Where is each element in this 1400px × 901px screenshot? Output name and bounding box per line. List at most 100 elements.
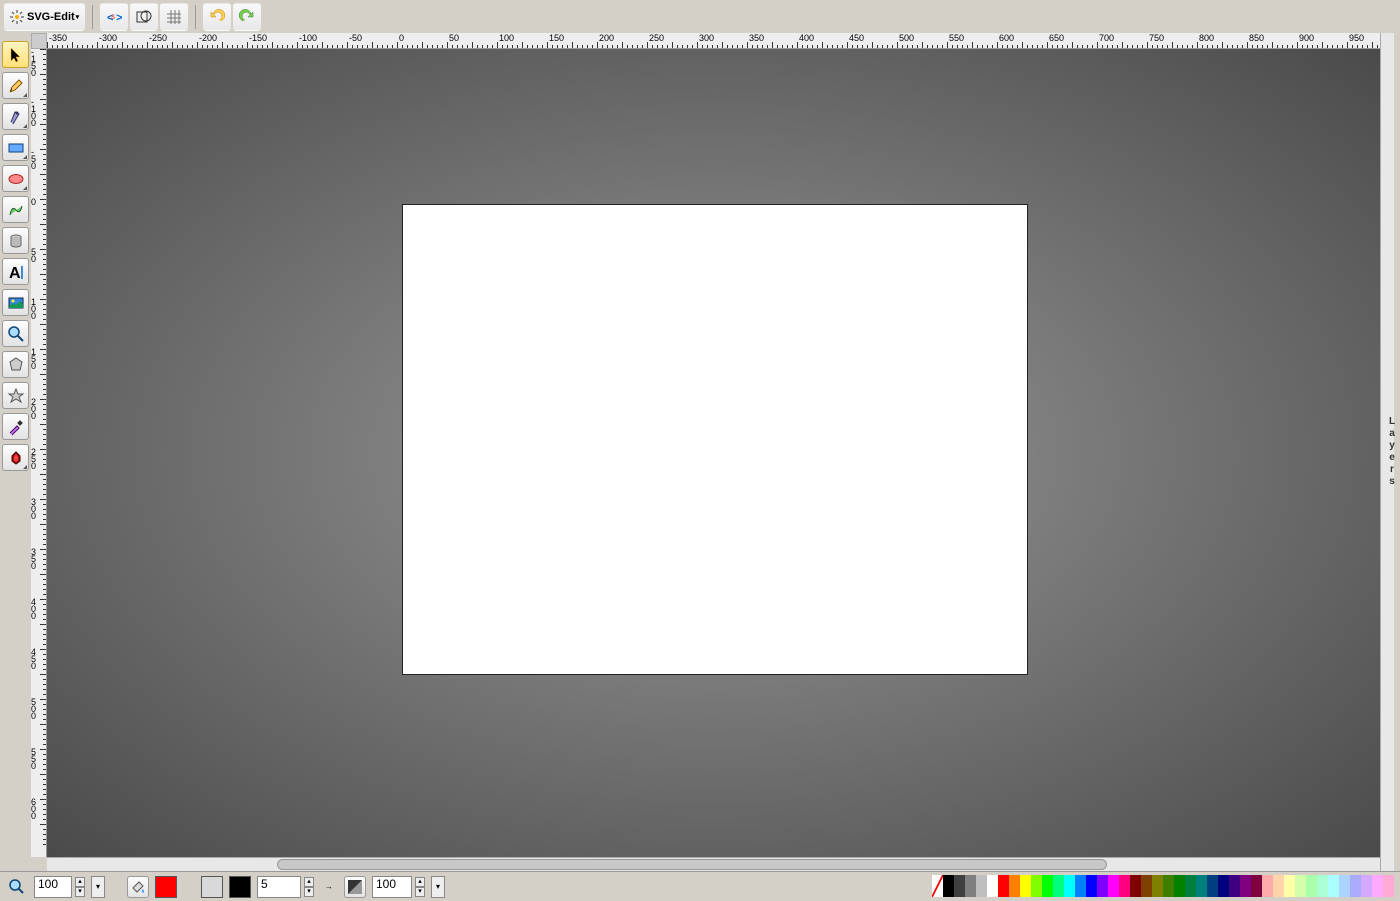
spin-up[interactable]: ▴ bbox=[75, 877, 85, 887]
redo-button[interactable] bbox=[233, 3, 261, 31]
stroke-style-button[interactable] bbox=[344, 876, 366, 898]
main-menu-button[interactable]: SVG-Edit bbox=[4, 3, 85, 31]
stroke-color-swatch[interactable] bbox=[229, 876, 251, 898]
palette-swatch[interactable] bbox=[1152, 875, 1163, 897]
fill-color-swatch[interactable] bbox=[155, 876, 177, 898]
pen-tool[interactable] bbox=[2, 103, 29, 130]
palette-swatch[interactable] bbox=[1185, 875, 1196, 897]
pen-icon bbox=[7, 108, 25, 126]
star-icon bbox=[7, 387, 25, 405]
cursor-icon bbox=[7, 46, 25, 64]
zoom-dropdown[interactable]: ▾ bbox=[91, 876, 105, 898]
spin-down[interactable]: ▾ bbox=[415, 887, 425, 897]
image-tool[interactable] bbox=[2, 289, 29, 316]
star-tool[interactable] bbox=[2, 382, 29, 409]
scrollbar-thumb[interactable] bbox=[277, 859, 1107, 870]
palette-swatch[interactable] bbox=[1339, 875, 1350, 897]
grid-icon bbox=[165, 8, 183, 26]
opacity-input[interactable]: 100 bbox=[372, 876, 412, 898]
palette-swatch[interactable] bbox=[1130, 875, 1141, 897]
horizontal-ruler[interactable]: -350-300-250-200-150-100-500501001502002… bbox=[47, 33, 1380, 49]
layers-panel-tab[interactable]: L a y e r s bbox=[1386, 416, 1398, 488]
select-tool[interactable] bbox=[2, 41, 29, 68]
grid-button[interactable] bbox=[160, 3, 188, 31]
eyedropper-tool[interactable] bbox=[2, 413, 29, 440]
text-tool[interactable]: A bbox=[2, 258, 29, 285]
zoom-tool[interactable] bbox=[2, 320, 29, 347]
canvas-viewport[interactable] bbox=[47, 49, 1380, 857]
spin-up[interactable]: ▴ bbox=[415, 877, 425, 887]
zoom-input[interactable]: 100 bbox=[34, 876, 72, 898]
palette-swatch[interactable] bbox=[976, 875, 987, 897]
palette-swatch[interactable] bbox=[943, 875, 954, 897]
spin-down[interactable]: ▾ bbox=[75, 887, 85, 897]
palette-swatch[interactable] bbox=[1119, 875, 1130, 897]
edit-source-button[interactable]: <s> bbox=[100, 3, 128, 31]
palette-swatch[interactable] bbox=[1207, 875, 1218, 897]
palette-swatch[interactable] bbox=[1383, 875, 1394, 897]
opacity-spinner[interactable]: ▴▾ bbox=[415, 877, 425, 897]
palette-swatch[interactable] bbox=[1372, 875, 1383, 897]
cylinder-tool[interactable] bbox=[2, 227, 29, 254]
polygon-icon bbox=[7, 356, 25, 374]
palette-swatch[interactable] bbox=[954, 875, 965, 897]
palette-swatch[interactable] bbox=[1174, 875, 1185, 897]
palette-swatch[interactable] bbox=[1163, 875, 1174, 897]
palette-swatch[interactable] bbox=[1306, 875, 1317, 897]
palette-swatch[interactable] bbox=[1086, 875, 1097, 897]
palette-swatch[interactable] bbox=[1218, 875, 1229, 897]
palette-swatch[interactable] bbox=[1251, 875, 1262, 897]
spin-up[interactable]: ▴ bbox=[304, 877, 314, 887]
palette-swatch[interactable] bbox=[1141, 875, 1152, 897]
canvas-page[interactable] bbox=[402, 204, 1028, 675]
ruler-corner[interactable] bbox=[31, 33, 47, 49]
palette-swatch[interactable] bbox=[1196, 875, 1207, 897]
palette-swatch[interactable] bbox=[965, 875, 976, 897]
palette-swatch[interactable] bbox=[1361, 875, 1372, 897]
flyout-indicator bbox=[23, 465, 27, 469]
palette-swatch[interactable] bbox=[1328, 875, 1339, 897]
palette-swatch[interactable] bbox=[1262, 875, 1273, 897]
palette-swatch[interactable] bbox=[1317, 875, 1328, 897]
app-title: SVG-Edit bbox=[27, 11, 78, 23]
palette-swatch[interactable] bbox=[998, 875, 1009, 897]
palette-swatch[interactable] bbox=[1273, 875, 1284, 897]
fill-tool-button[interactable] bbox=[127, 876, 149, 898]
polygon-tool[interactable] bbox=[2, 351, 29, 378]
zoom-spinner[interactable]: ▴▾ bbox=[75, 877, 85, 897]
pencil-tool[interactable] bbox=[2, 72, 29, 99]
stroke-width-input[interactable]: 5 bbox=[257, 876, 301, 898]
path-tool[interactable] bbox=[2, 196, 29, 223]
palette-swatch[interactable] bbox=[1020, 875, 1031, 897]
wireframe-button[interactable] bbox=[130, 3, 158, 31]
palette-swatch[interactable] bbox=[1108, 875, 1119, 897]
ellipse-tool[interactable] bbox=[2, 165, 29, 192]
palette-swatch[interactable] bbox=[1075, 875, 1086, 897]
palette-swatch[interactable] bbox=[1350, 875, 1361, 897]
stroke-width-spinner[interactable]: ▴▾ bbox=[304, 877, 314, 897]
stroke-bg-swatch[interactable] bbox=[201, 876, 223, 898]
palette-swatch[interactable] bbox=[932, 875, 943, 897]
undo-button[interactable] bbox=[203, 3, 231, 31]
palette-swatch[interactable] bbox=[1031, 875, 1042, 897]
palette-swatch[interactable] bbox=[1295, 875, 1306, 897]
palette-swatch[interactable] bbox=[1042, 875, 1053, 897]
ruler-h-label: 250 bbox=[649, 33, 664, 43]
opacity-dropdown[interactable]: ▾ bbox=[431, 876, 445, 898]
rect-tool[interactable] bbox=[2, 134, 29, 161]
palette-swatch[interactable] bbox=[1064, 875, 1075, 897]
palette-swatch[interactable] bbox=[1284, 875, 1295, 897]
palette-swatch[interactable] bbox=[1097, 875, 1108, 897]
shapelib-tool[interactable] bbox=[2, 444, 29, 471]
palette-swatch[interactable] bbox=[1053, 875, 1064, 897]
palette-swatch[interactable] bbox=[1240, 875, 1251, 897]
shapelib-icon bbox=[7, 449, 25, 467]
palette-swatch[interactable] bbox=[987, 875, 998, 897]
palette-swatch[interactable] bbox=[1229, 875, 1240, 897]
vertical-ruler[interactable]: -150-100-5005010015020025030035040045050… bbox=[31, 49, 47, 857]
palette-swatch[interactable] bbox=[1009, 875, 1020, 897]
zoom-icon-button[interactable] bbox=[6, 876, 28, 898]
spin-down[interactable]: ▾ bbox=[304, 887, 314, 897]
ruler-h-label: 350 bbox=[749, 33, 764, 43]
horizontal-scrollbar[interactable] bbox=[47, 857, 1380, 871]
